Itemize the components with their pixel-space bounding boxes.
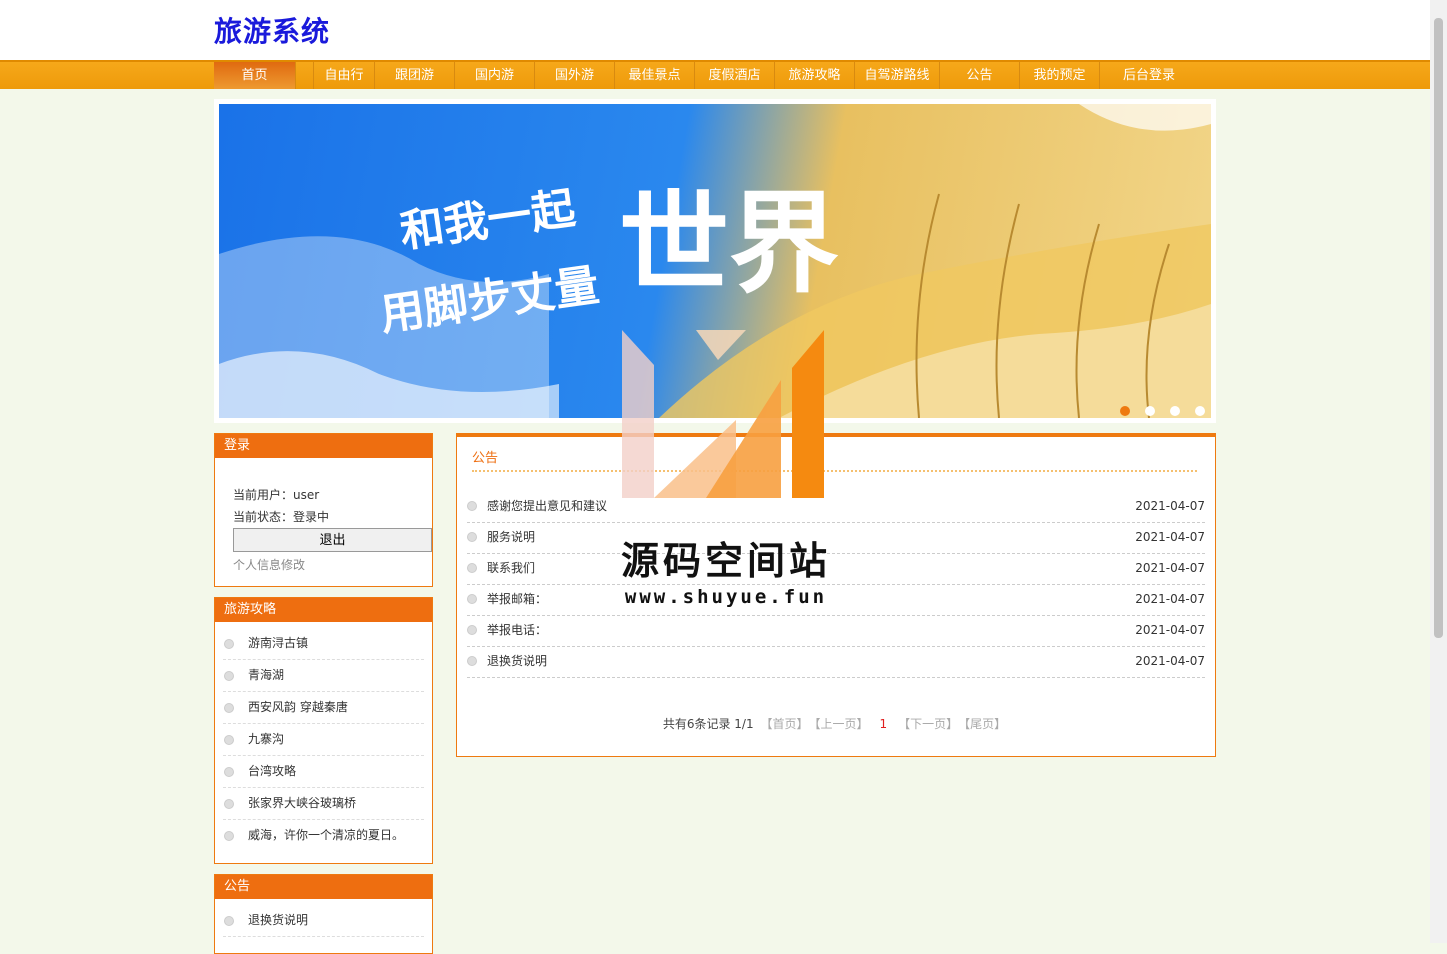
scrollbar-thumb[interactable]: [1434, 18, 1443, 638]
list-item[interactable]: 退换货说明: [223, 905, 424, 937]
table-row[interactable]: 服务说明 2021-04-07: [467, 522, 1205, 554]
bullet-icon: [224, 735, 234, 745]
list-item[interactable]: 台湾攻略: [223, 756, 424, 788]
side-notice-title: 公告: [215, 875, 432, 899]
main-nav: 首页 自由行 跟团游 国内游 国外游 最佳景点 度假酒店 旅游攻略 自驾游路线 …: [0, 60, 1430, 89]
carousel-dot-2[interactable]: [1145, 406, 1155, 416]
bullet-icon: [224, 831, 234, 841]
bullet-icon: [224, 799, 234, 809]
carousel-dot-3[interactable]: [1170, 406, 1180, 416]
bullet-icon: [467, 656, 477, 666]
header: 旅游系统: [0, 0, 1430, 60]
nav-my-booking[interactable]: 我的预定: [1020, 62, 1100, 89]
carousel-dot-4[interactable]: [1195, 406, 1205, 416]
guides-panel-title: 旅游攻略: [215, 598, 432, 622]
table-row[interactable]: 举报邮箱： 2021-04-07: [467, 584, 1205, 616]
list-item[interactable]: 游南浔古镇: [223, 628, 424, 660]
profile-edit-link[interactable]: 个人信息修改: [233, 554, 432, 576]
nav-notice[interactable]: 公告: [940, 62, 1020, 89]
list-item[interactable]: 张家界大峡谷玻璃桥: [223, 788, 424, 820]
site-title[interactable]: 旅游系统: [214, 10, 330, 50]
carousel-dot-1[interactable]: [1120, 406, 1130, 416]
pager-next[interactable]: 【下一页】: [898, 717, 958, 731]
table-row[interactable]: 感谢您提出意见和建议 2021-04-07: [467, 491, 1205, 523]
bullet-icon: [224, 767, 234, 777]
list-item[interactable]: 西安风韵 穿越秦唐: [223, 692, 424, 724]
banner-image[interactable]: 和我一起 用脚步丈量 世界: [219, 104, 1211, 418]
bullet-icon: [224, 916, 234, 926]
nav-guides[interactable]: 旅游攻略: [775, 62, 855, 89]
login-panel-title: 登录: [215, 434, 432, 458]
bullet-icon: [467, 594, 477, 604]
bullet-icon: [467, 625, 477, 635]
guides-panel: 旅游攻略 游南浔古镇 青海湖 西安风韵 穿越秦唐 九寨沟 台湾攻略 张家界大峡谷…: [214, 597, 433, 864]
banner-slogan-big: 世界: [619, 179, 839, 308]
nav-admin-login[interactable]: 后台登录: [1100, 62, 1198, 89]
nav-best-spots[interactable]: 最佳景点: [615, 62, 695, 89]
nav-self-drive[interactable]: 自驾游路线: [855, 62, 940, 89]
current-user: 当前用户：user: [233, 488, 320, 502]
bullet-icon: [467, 563, 477, 573]
list-item[interactable]: 青海湖: [223, 660, 424, 692]
current-status: 当前状态：登录中: [233, 510, 330, 524]
logout-button[interactable]: 退出: [233, 528, 432, 552]
table-row[interactable]: 举报电话： 2021-04-07: [467, 615, 1205, 647]
bullet-icon: [224, 703, 234, 713]
login-panel: 登录 当前用户：user 当前状态：登录中 退出 个人信息修改: [214, 433, 433, 587]
bullet-icon: [224, 639, 234, 649]
pager-prev[interactable]: 【上一页】: [814, 717, 868, 731]
nav-group-tour[interactable]: 跟团游: [375, 62, 455, 89]
pagination: 共有6条记录 1/1 【首页】 【上一页】 1 【下一页】 【尾页】: [457, 715, 1215, 732]
notice-panel: 公告 感谢您提出意见和建议 2021-04-07 服务说明 2021-04-07 联…: [456, 433, 1216, 757]
pager-summary: 共有6条记录 1/1: [662, 717, 754, 731]
nav-home[interactable]: 首页: [214, 62, 296, 89]
notice-title: 公告: [472, 451, 499, 466]
pager-current[interactable]: 1: [879, 717, 887, 731]
nav-free-travel[interactable]: 自由行: [314, 62, 375, 89]
page-scrollbar[interactable]: [1430, 0, 1447, 943]
table-row[interactable]: 联系我们 2021-04-07: [467, 553, 1205, 585]
table-row[interactable]: 退换货说明 2021-04-07: [467, 646, 1205, 678]
bullet-icon: [467, 501, 477, 511]
pager-first[interactable]: 【首页】: [760, 717, 808, 731]
pager-last[interactable]: 【尾页】: [964, 717, 1006, 731]
list-item[interactable]: 威海，许你一个清凉的夏日。: [223, 820, 424, 851]
nav-abroad[interactable]: 国外游: [535, 62, 615, 89]
bullet-icon: [467, 532, 477, 542]
notice-divider: [472, 470, 1197, 472]
side-notice-panel: 公告 退换货说明: [214, 874, 433, 954]
list-item[interactable]: 九寨沟: [223, 724, 424, 756]
nav-hotels[interactable]: 度假酒店: [695, 62, 775, 89]
banner-carousel: 和我一起 用脚步丈量 世界: [214, 99, 1216, 423]
nav-domestic[interactable]: 国内游: [455, 62, 535, 89]
nav-spacer: [296, 62, 314, 89]
bullet-icon: [224, 671, 234, 681]
